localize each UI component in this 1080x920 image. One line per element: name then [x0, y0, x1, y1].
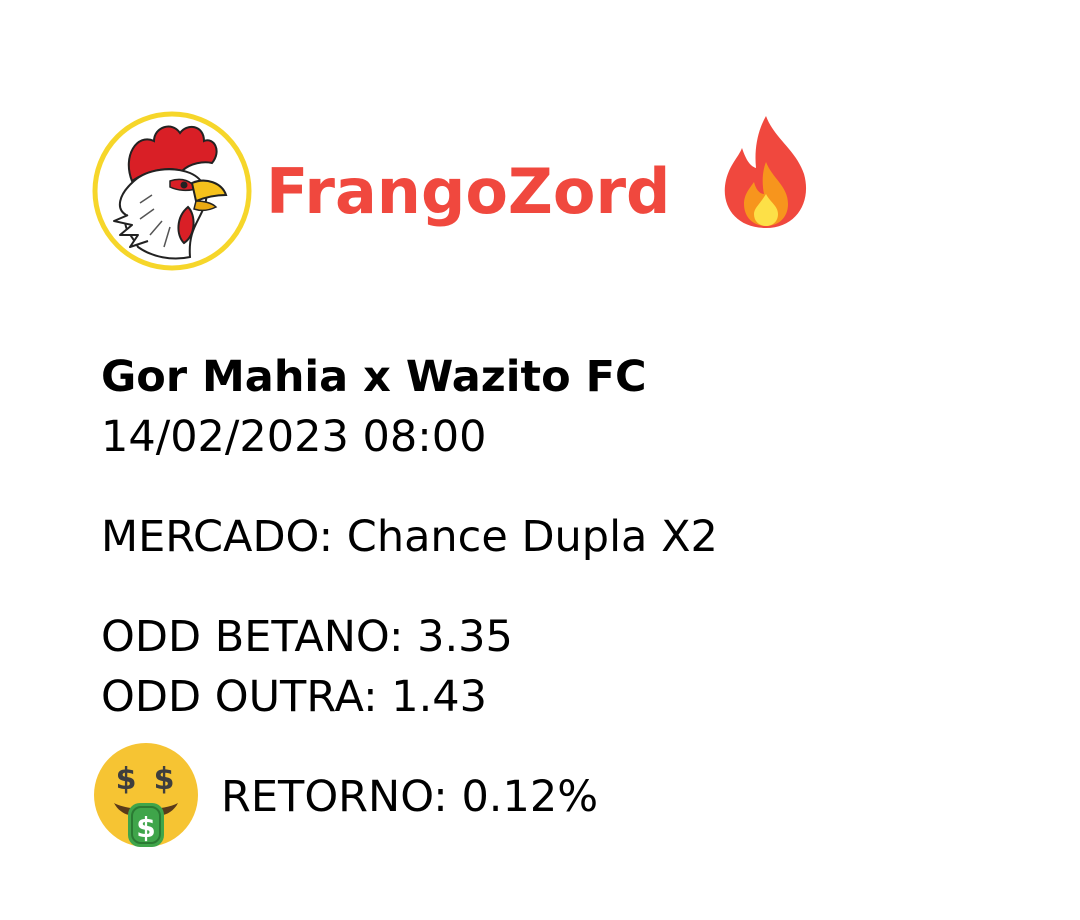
fire-emoji-icon	[716, 112, 816, 232]
odd-betano: ODD BETANO: 3.35	[101, 612, 513, 662]
svg-text:$: $	[154, 762, 175, 797]
match-datetime: 14/02/2023 08:00	[101, 412, 487, 462]
market-text: MERCADO: Chance Dupla X2	[101, 512, 718, 562]
odd-outra: ODD OUTRA: 1.43	[101, 672, 488, 722]
svg-text:$: $	[116, 762, 137, 797]
retorno-text: RETORNO: 0.12%	[221, 772, 599, 822]
brand-name: FrangoZord	[266, 155, 671, 228]
match-title: Gor Mahia x Wazito FC	[101, 352, 647, 402]
svg-text:$: $	[136, 811, 155, 844]
rooster-logo-icon	[92, 111, 252, 271]
money-mouth-face-emoji-icon: $ $ $	[92, 741, 200, 849]
